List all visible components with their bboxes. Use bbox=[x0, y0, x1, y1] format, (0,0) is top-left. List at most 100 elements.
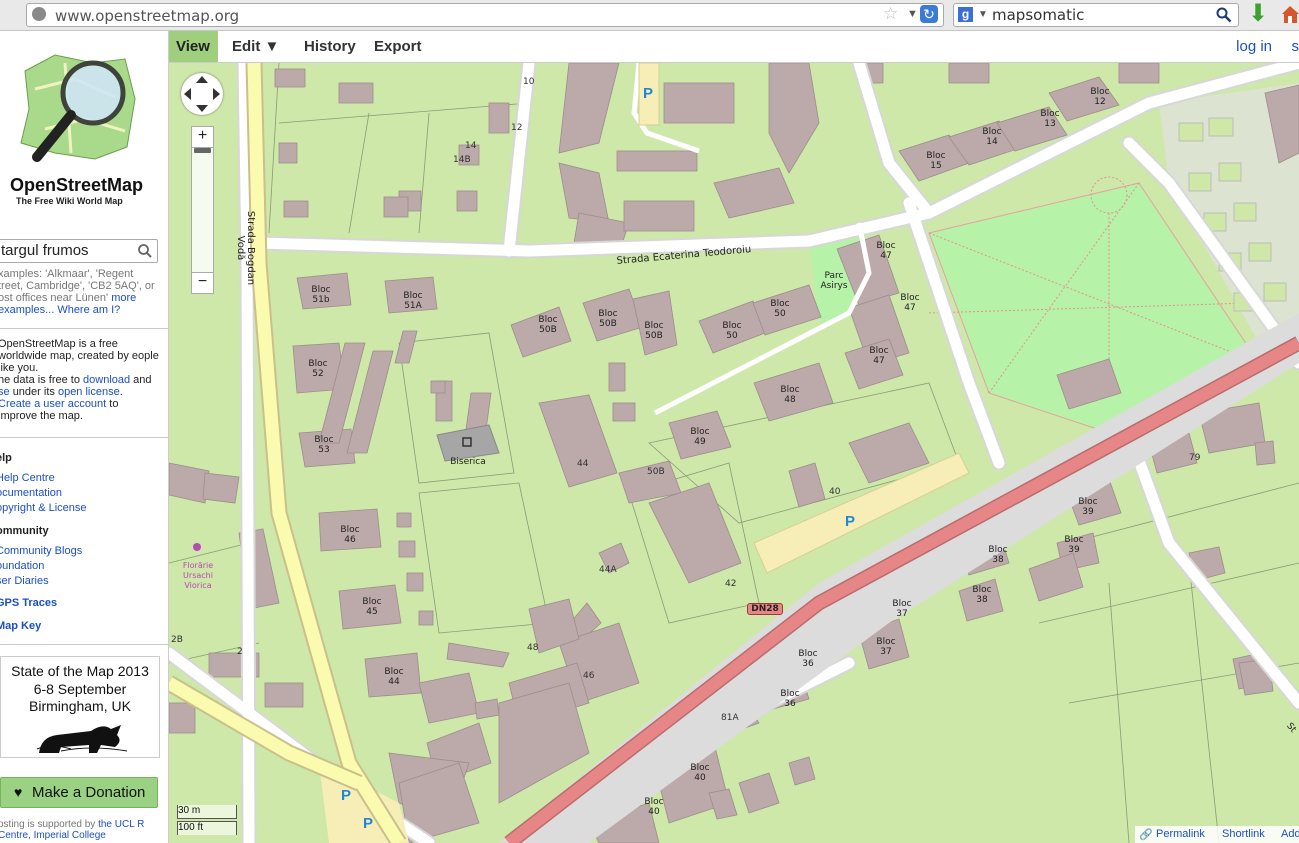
download-arrow-icon[interactable]: ⬇ bbox=[1248, 1, 1268, 27]
signup-link[interactable]: s bbox=[1292, 38, 1299, 55]
user-diaries-link[interactable]: ser Diaries bbox=[0, 575, 49, 587]
building-label: Bloc 37 bbox=[876, 637, 896, 657]
building-label: Bloc 12 bbox=[1090, 87, 1110, 107]
house-number: 42 bbox=[725, 579, 737, 589]
building-label: Bloc 47 bbox=[900, 293, 920, 313]
reload-icon[interactable]: ↻ bbox=[920, 5, 938, 23]
help-centre-link[interactable]: Help Centre bbox=[0, 472, 55, 484]
engine-dropdown-icon[interactable]: ▼ bbox=[978, 9, 988, 20]
osm-header: View Edit ▼ History Export log in s bbox=[168, 31, 1299, 63]
browser-search-text: mapsomatic bbox=[992, 6, 1085, 24]
divider bbox=[0, 328, 168, 329]
foundation-link[interactable]: oundation bbox=[0, 560, 44, 572]
divider bbox=[0, 437, 168, 438]
sotm-title: State of the Map 2013 bbox=[11, 663, 149, 679]
building-label: Bloc 50 bbox=[722, 321, 742, 341]
hosting-text: osting is supported by bbox=[0, 819, 96, 830]
gps-traces-link[interactable]: GPS Traces bbox=[0, 597, 57, 609]
sotm-date: 6-8 September bbox=[33, 681, 127, 697]
intro-text: OpenStreetMap is a free worldwide map, c… bbox=[0, 338, 159, 422]
pan-control[interactable] bbox=[181, 73, 223, 115]
download-link[interactable]: download bbox=[83, 374, 130, 386]
open-license-link[interactable]: open license bbox=[58, 386, 120, 398]
donate-button[interactable]: ♥ Make a Donation bbox=[0, 777, 158, 808]
building-label: Bloc 36 bbox=[780, 689, 800, 709]
add-note-link[interactable]: Add bbox=[1281, 828, 1299, 840]
divider bbox=[0, 644, 168, 645]
zoom-slider-handle[interactable] bbox=[194, 148, 211, 153]
house-number: 48 bbox=[527, 643, 539, 653]
building-label: Bloc 44 bbox=[384, 667, 404, 687]
browser-search-bar[interactable]: g ▼ mapsomatic bbox=[953, 3, 1239, 27]
intro-line-2d: under its bbox=[12, 386, 55, 398]
map-view[interactable]: Strada Bogdan Vodă Strada Ecaterina Teod… bbox=[169, 63, 1299, 843]
browser-toolbar: www.openstreetmap.org ☆ ▼ ↻ g ▼ mapsomat… bbox=[0, 0, 1299, 31]
documentation-link[interactable]: ocumentation bbox=[0, 487, 62, 499]
globe-icon bbox=[32, 7, 46, 21]
building-label: Bloc 37 bbox=[892, 599, 912, 619]
history-dropdown-icon[interactable]: ▼ bbox=[907, 8, 918, 20]
tab-view[interactable]: View bbox=[168, 31, 218, 62]
where-am-i-link[interactable]: Where am I? bbox=[57, 304, 120, 316]
sotm-place: Birmingham, UK bbox=[29, 698, 131, 714]
home-icon[interactable] bbox=[1282, 3, 1299, 25]
zoom-out-button[interactable]: − bbox=[191, 272, 214, 294]
house-number: 81A bbox=[721, 713, 739, 723]
building-label: Bloc 50B bbox=[598, 309, 618, 329]
building-label: Bloc 14 bbox=[982, 127, 1002, 147]
site-title: OpenStreetMap bbox=[10, 175, 144, 195]
sotm-banner[interactable]: State of the Map 2013 6-8 September Birm… bbox=[0, 656, 160, 758]
building-label: Bloc 39 bbox=[1078, 497, 1098, 517]
address-bar[interactable]: www.openstreetmap.org ☆ ▼ ↻ bbox=[26, 3, 944, 27]
sidebar: OpenStreetMap The Free Wiki World Map ta… bbox=[0, 31, 169, 843]
use-link[interactable]: se bbox=[0, 386, 10, 398]
church-building bbox=[436, 424, 500, 462]
building-label: Bloc 51A bbox=[403, 291, 423, 311]
zoom-slider[interactable] bbox=[191, 147, 214, 273]
building-label: Bloc 38 bbox=[988, 545, 1008, 565]
zoom-in-button[interactable]: + bbox=[191, 126, 214, 148]
house-number: 79 bbox=[1189, 453, 1201, 463]
building-label: Bloc 40 bbox=[690, 763, 710, 783]
heart-icon: ♥ bbox=[14, 784, 23, 800]
create-account-link[interactable]: Create a user account bbox=[0, 398, 106, 410]
donate-label: Make a Donation bbox=[32, 784, 146, 801]
house-number: 12 bbox=[511, 123, 523, 133]
building-label: Bloc 50B bbox=[644, 321, 664, 341]
road-shield-dn28: DN28 bbox=[747, 603, 783, 615]
building-label: Bloc 53 bbox=[314, 435, 334, 455]
building-label: Bloc 36 bbox=[798, 649, 818, 669]
login-link[interactable]: log in bbox=[1236, 38, 1272, 55]
building-label: Bloc 46 bbox=[340, 525, 360, 545]
google-icon[interactable]: g bbox=[958, 7, 973, 22]
building-label: Bloc 13 bbox=[1040, 109, 1060, 129]
link-icon: 🔗 bbox=[1139, 829, 1153, 841]
tab-edit[interactable]: Edit ▼ bbox=[224, 31, 287, 62]
house-number: 2B bbox=[171, 635, 183, 645]
map-canvas bbox=[169, 63, 1299, 843]
community-blogs-link[interactable]: Community Blogs bbox=[0, 545, 82, 557]
search-value: targul frumos bbox=[1, 242, 89, 259]
street-label-bogdan-voda: Strada Bogdan Vodă bbox=[235, 210, 256, 286]
copyright-link[interactable]: opyright & License bbox=[0, 502, 87, 514]
tab-history[interactable]: History bbox=[296, 31, 364, 62]
house-number: 44A bbox=[599, 565, 617, 575]
map-footer-links: 🔗 Permalink Shortlink Add bbox=[1135, 826, 1299, 843]
intro-line-2b: and bbox=[133, 374, 152, 386]
scale-bar-metric: 30 m bbox=[177, 805, 237, 819]
search-examples: xamples: 'Alkmaar', 'Regent treet, Cambr… bbox=[0, 268, 158, 316]
site-tagline: The Free Wiki World Map bbox=[16, 196, 123, 206]
map-key-link[interactable]: Map Key bbox=[0, 620, 41, 632]
house-number: 44 bbox=[577, 459, 589, 469]
parking-icon: P bbox=[363, 815, 374, 832]
search-icon[interactable] bbox=[137, 243, 153, 259]
pan-arrows-icon[interactable] bbox=[181, 73, 223, 115]
shortlink-link[interactable]: Shortlink bbox=[1222, 828, 1265, 840]
house-number: 14 bbox=[465, 141, 477, 151]
search-input[interactable]: targul frumos bbox=[0, 239, 158, 263]
tab-export[interactable]: Export bbox=[366, 31, 430, 62]
osm-logo[interactable] bbox=[15, 49, 139, 169]
search-icon[interactable] bbox=[1216, 7, 1232, 23]
permalink-link[interactable]: Permalink bbox=[1156, 828, 1205, 840]
bookmark-star-icon[interactable]: ☆ bbox=[883, 4, 898, 24]
